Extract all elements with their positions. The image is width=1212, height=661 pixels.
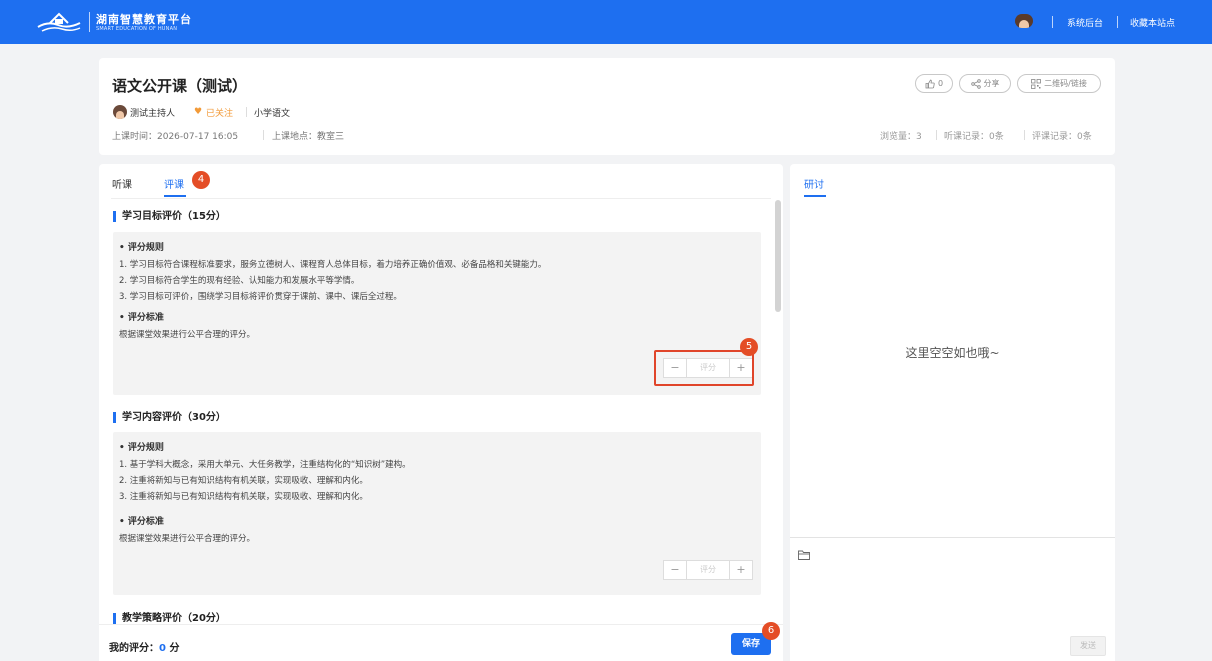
- active-tab-indicator: [164, 195, 186, 197]
- course-title: 语文公开课（测试）: [112, 77, 248, 95]
- qrcode-label: 二维码/链接: [1044, 79, 1087, 88]
- rule-item: 1. 学习目标符合课程标准要求，服务立德树人、课程育人总体目标，着力培养正确价值…: [119, 260, 547, 270]
- my-score: 我的评分：0 分: [109, 639, 179, 654]
- send-button[interactable]: 发送: [1070, 636, 1106, 656]
- platform-subtitle: SMART EDUCATION OF HUNAN: [96, 26, 178, 32]
- increment-button[interactable]: +: [730, 561, 752, 579]
- rule-heading: • 评分规则: [119, 443, 164, 453]
- logo-divider: [89, 12, 90, 32]
- view-count: 浏览量：3: [880, 132, 922, 142]
- standard-heading: • 评分标准: [119, 517, 164, 527]
- subject-label: 小学语文: [254, 109, 291, 119]
- admin-link[interactable]: 系统后台: [1067, 16, 1103, 29]
- platform-title: 湖南智慧教育平台: [96, 13, 192, 26]
- decrement-button[interactable]: −: [664, 561, 686, 579]
- platform-logo-icon[interactable]: [36, 11, 82, 33]
- rule-item: 3. 学习目标可评价，围绕学习目标将评价贯穿于课前、课中、课后全过程。: [119, 292, 402, 302]
- standard-heading: • 评分标准: [119, 313, 164, 323]
- divider: [246, 107, 247, 117]
- thumbs-up-icon: [925, 79, 935, 88]
- rule-box: • 评分规则 1. 基于学科大概念，采用大单元、大任务教学，注重结构化的“知识树…: [113, 432, 761, 595]
- score-footer: 我的评分：0 分 保存 6: [99, 622, 783, 661]
- step-badge: 6: [762, 622, 780, 640]
- divider: [1024, 130, 1025, 140]
- scrollbar[interactable]: [775, 200, 781, 312]
- qrcode-button[interactable]: 二维码/链接: [1017, 74, 1101, 93]
- qrcode-icon: [1031, 78, 1042, 89]
- rule-item: 1. 基于学科大概念，采用大单元、大任务教学，注重结构化的“知识树”建构。: [119, 460, 411, 470]
- heart-icon[interactable]: ♥: [194, 107, 202, 117]
- class-time: 上课时间：2026-07-17 16:05: [112, 132, 239, 142]
- like-button[interactable]: 0: [915, 74, 953, 93]
- active-tab-indicator: [804, 195, 826, 197]
- folder-icon[interactable]: [798, 550, 810, 560]
- tab-listen[interactable]: 听课: [112, 176, 132, 191]
- host-name: 测试主持人: [130, 109, 176, 119]
- section-title: 教学策略评价（20分）: [113, 613, 226, 624]
- score-input[interactable]: 评分: [686, 561, 730, 579]
- step-badge: 5: [740, 338, 758, 356]
- section-title: 学习目标评价（15分）: [113, 211, 226, 222]
- divider: [263, 130, 264, 140]
- rule-heading: • 评分规则: [119, 243, 164, 253]
- like-count: 0: [937, 79, 944, 88]
- tab-evaluate[interactable]: 评课: [164, 176, 184, 191]
- top-bar: 湖南智慧教育平台 SMART EDUCATION OF HUNAN 系统后台 收…: [0, 0, 1212, 44]
- listen-record-count: 听课记录：0条: [944, 132, 1004, 142]
- standard-text: 根据课堂效果进行公平合理的评分。: [119, 330, 256, 340]
- follow-status[interactable]: 已关注: [206, 106, 233, 119]
- rule-item: 3. 注重将新知与已有知识结构有机关联，实现吸收、理解和内化。: [119, 492, 368, 502]
- rule-item: 2. 注重将新知与已有知识结构有机关联，实现吸收、理解和内化。: [119, 476, 368, 486]
- my-score-unit: 分: [165, 643, 180, 654]
- bookmark-link[interactable]: 收藏本站点: [1130, 16, 1175, 29]
- share-button[interactable]: 分享: [959, 74, 1011, 93]
- my-score-value: 0: [159, 643, 166, 654]
- step-badge: 4: [192, 171, 210, 189]
- standard-text: 根据课堂效果进行公平合理的评分。: [119, 534, 256, 544]
- score-stepper[interactable]: − 评分 +: [663, 560, 753, 580]
- host-avatar: [113, 105, 127, 119]
- course-info-card: 语文公开课（测试） 测试主持人 ♥ 已关注 小学语文 上课时间：2026-07-…: [99, 58, 1115, 155]
- class-location: 上课地点：教室三: [272, 132, 345, 142]
- input-divider: [790, 537, 1115, 538]
- section-title: 学习内容评价（30分）: [113, 412, 226, 423]
- empty-message: 这里空空如也哦~: [905, 346, 1000, 360]
- stepper-highlight: [654, 350, 754, 386]
- header-divider: [1052, 16, 1053, 28]
- rule-item: 2. 学习目标符合学生的现有经验、认知能力和发展水平等学情。: [119, 276, 360, 286]
- tab-discussion[interactable]: 研讨: [804, 176, 824, 191]
- tab-divider: [111, 198, 771, 199]
- user-avatar[interactable]: [1015, 14, 1033, 28]
- share-label: 分享: [983, 79, 1000, 88]
- discussion-panel: 研讨 这里空空如也哦~ 发送: [790, 164, 1115, 661]
- evaluation-panel: 听课 评课 4 学习目标评价（15分） • 评分规则 1. 学习目标符合课程标准…: [99, 164, 783, 661]
- share-icon: [970, 78, 981, 89]
- review-record-count: 评课记录：0条: [1032, 132, 1092, 142]
- my-score-label: 我的评分：: [109, 643, 159, 654]
- divider: [936, 130, 937, 140]
- header-divider: [1117, 16, 1118, 28]
